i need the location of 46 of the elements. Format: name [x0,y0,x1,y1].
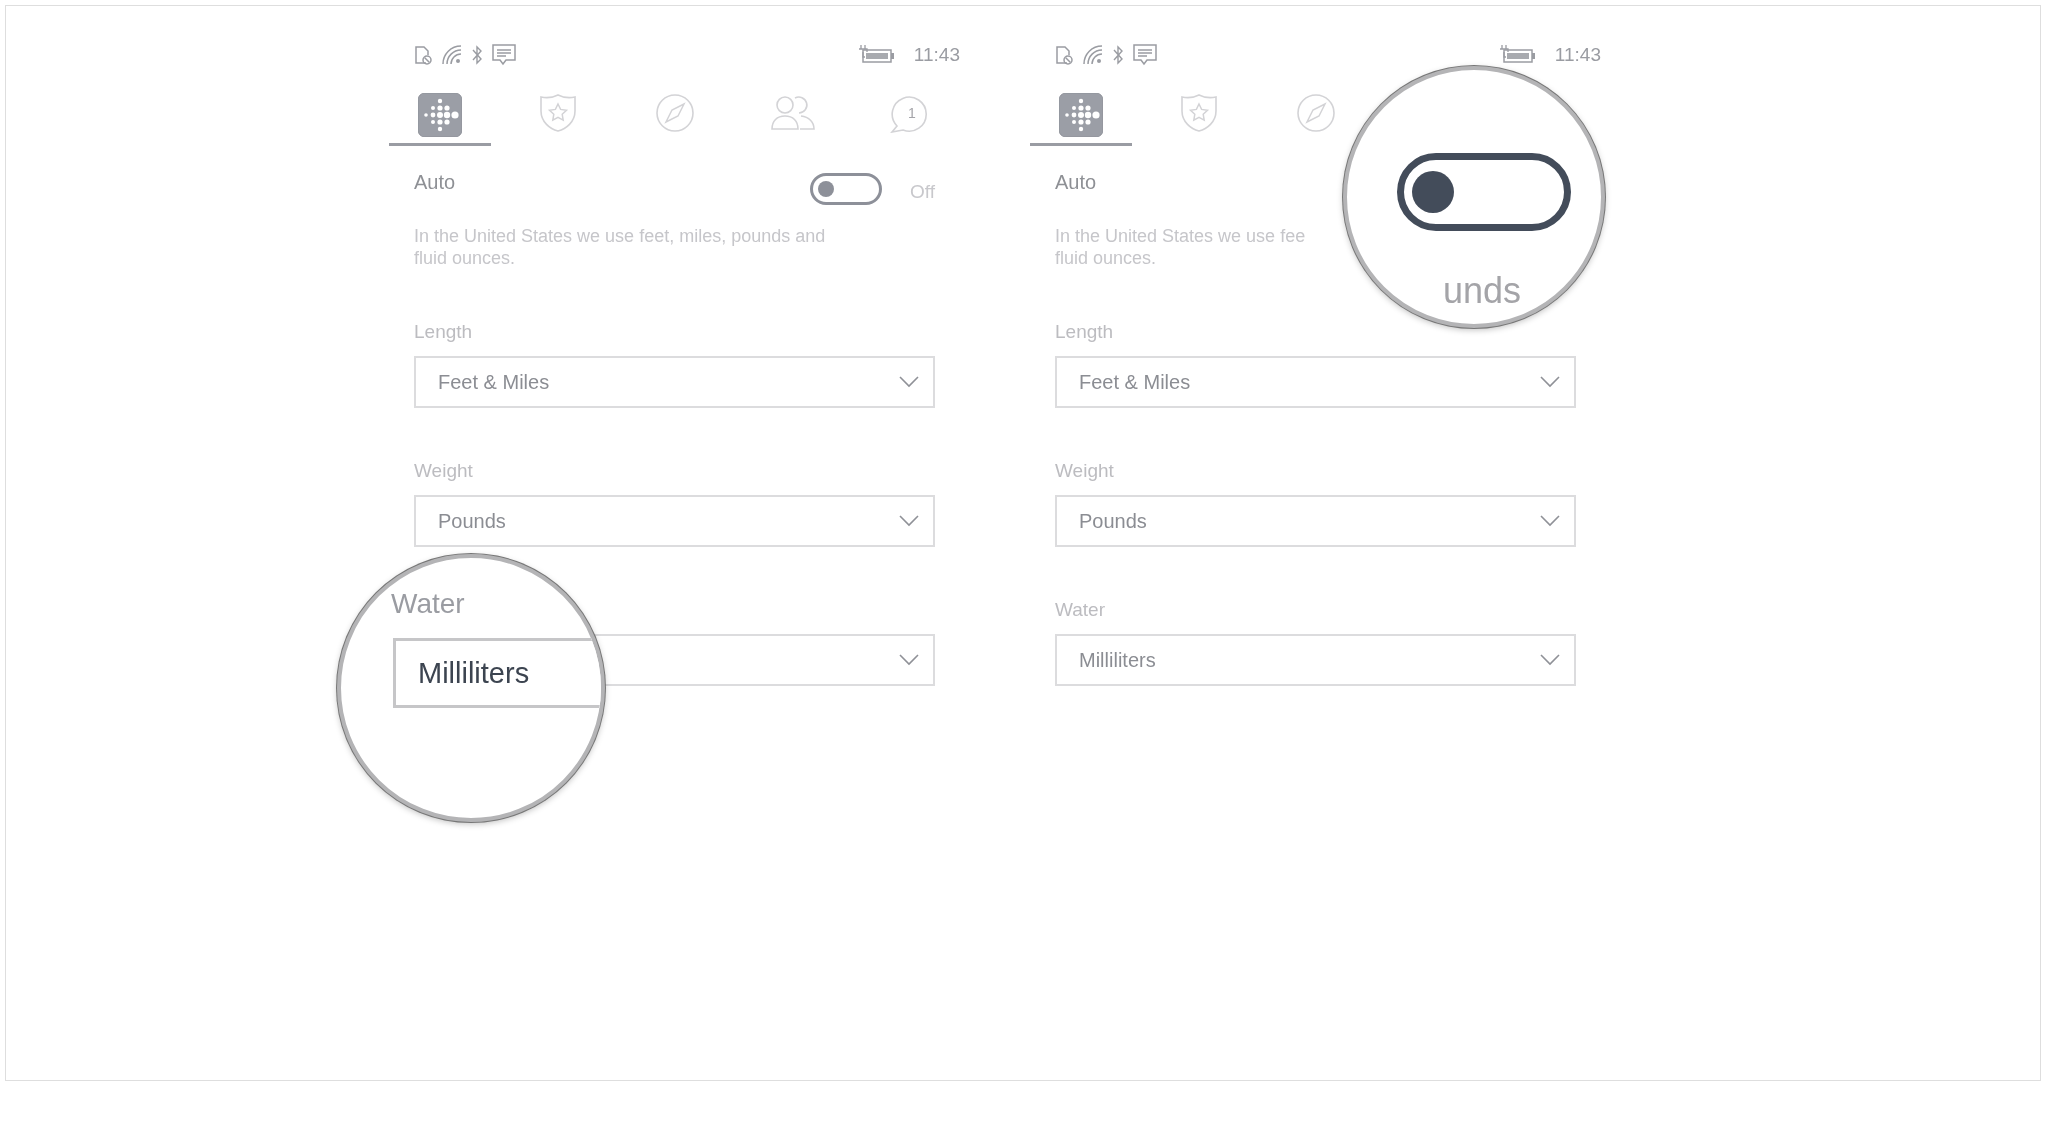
compass-icon[interactable] [1296,93,1336,133]
zoomed-text: unds [1443,270,1522,312]
auto-label: Auto [1055,171,1098,194]
chevron-down-icon [899,515,919,527]
shield-star-icon[interactable] [538,93,577,133]
auto-toggle[interactable] [810,173,882,205]
chevron-down-icon [1540,654,1560,666]
chat-bubble-icon[interactable]: 1 [890,93,930,133]
shield-star-icon[interactable] [1179,93,1218,133]
battery-charging-icon [1498,45,1537,65]
bluetooth-icon [1113,45,1123,65]
unit-dropdown[interactable]: Pounds [1055,495,1576,547]
chevron-down-icon [1540,376,1560,388]
unit-dropdown[interactable]: Feet & Miles [1055,356,1576,408]
description-text: fluid ounces. [1055,247,1158,269]
wifi-icon [442,45,462,65]
unit-dropdown[interactable]: Feet & Miles [414,356,935,408]
document-blocked-icon [414,45,432,65]
bluetooth-icon [472,45,482,65]
setting-label: Water [1055,599,1106,621]
unit-dropdown[interactable]: Milliliters [1055,634,1576,686]
setting-label: Length [1055,321,1115,343]
battery-charging-icon [857,45,896,65]
description-text: fluid ounces. [414,247,517,269]
notification-count: 1 [908,105,916,121]
clock-time: 11:43 [913,44,960,66]
setting-label: Length [414,321,474,343]
document-blocked-icon [1055,45,1073,65]
unit-dropdown[interactable]: Pounds [414,495,935,547]
message-icon [492,44,516,66]
clock-time: 11:43 [1554,44,1601,66]
description-text: In the United States we use fee [1055,225,1307,247]
chevron-down-icon [1540,515,1560,527]
chevron-down-icon [899,376,919,388]
wifi-icon [1083,45,1103,65]
fitbit-logo-icon[interactable] [1059,93,1103,137]
description-text: In the United States we use feet, miles, pounds and [414,225,827,247]
setting-label: Weight [414,460,474,482]
message-icon [1133,44,1157,66]
fitbit-logo-icon[interactable] [418,93,462,137]
setting-label: Weight [1055,460,1115,482]
people-icon[interactable] [770,93,815,131]
auto-label: Auto [414,171,457,194]
chevron-down-icon [899,654,919,666]
compass-icon[interactable] [655,93,695,133]
zoomed-label: Water [391,588,465,620]
